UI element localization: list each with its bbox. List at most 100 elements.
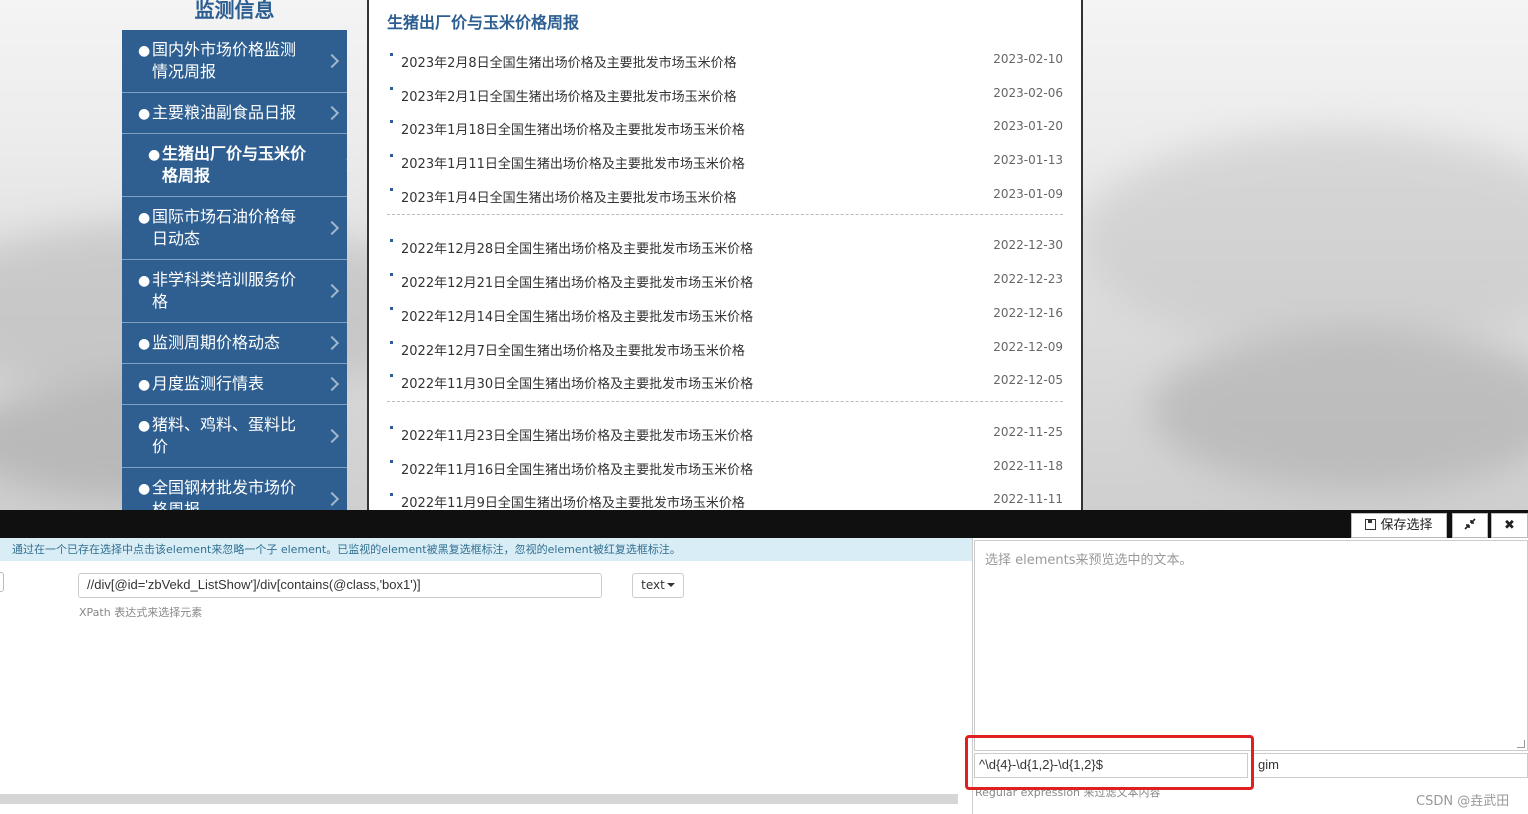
chevron-right-icon [324,376,340,392]
news-item[interactable]: 2022年11月23日全国生猪出场价格及主要批发市场玉米价格 2022-11-25 [387,417,1063,451]
tool-toolbar: 保存选择 ✖ [0,510,1528,538]
news-item[interactable]: 2022年11月9日全国生猪出场价格及主要批发市场玉米价格 2022-11-11 [387,484,1063,510]
news-item[interactable]: 2022年11月30日全国生猪出场价格及主要批发市场玉米价格 2022-12-05 [387,365,1063,399]
chevron-right-icon [324,491,340,507]
news-title-link[interactable]: 2023年1月18日全国生猪出场价格及主要批发市场玉米价格 [401,119,745,138]
save-selection-button[interactable]: 保存选择 [1351,513,1447,538]
bullet-icon: ● [148,147,161,163]
monitoring-webpage: 监测信息 ● 国内外市场价格监测情况周报 ● 主要粮油副食品日报 ● 生猪出厂价与玉米价格… [0,0,1528,510]
info-message: 通过在一个已存在选择中点击该element来忽略一个子 element。已监视的… [0,538,972,561]
sidebar-item-label: 监测周期价格动态 [152,333,281,352]
news-date: 2022-12-16 [993,305,1063,320]
news-item[interactable]: 2022年11月16日全国生猪出场价格及主要批发市场玉米价格 2022-11-18 [387,451,1063,485]
sidebar-item-label: 猪料、鸡料、蛋料比价 [152,415,297,456]
sidebar-item[interactable]: ● 全国钢材批发市场价格周报 [122,468,347,510]
sidebar-item[interactable]: ● 国内外市场价格监测情况周报 [122,30,347,93]
bullet-icon: ● [138,481,151,497]
news-item[interactable]: 2023年1月4日全国生猪出场价格及主要批发市场玉米价格 2023-01-09 [387,179,1063,213]
bullet-icon: ● [138,377,151,393]
news-title-link[interactable]: 2022年11月30日全国生猪出场价格及主要批发市场玉米价格 [401,373,753,392]
news-title-link[interactable]: 2022年12月28日全国生猪出场价格及主要批发市场玉米价格 [401,238,753,257]
bullet-icon [390,154,393,158]
news-title-link[interactable]: 2022年12月14日全国生猪出场价格及主要批发市场玉米价格 [401,306,753,325]
bullet-icon [390,120,393,124]
sidebar-item[interactable]: ● 监测周期价格动态 [122,323,347,364]
chevron-right-icon [324,105,340,121]
selector-tool-panel: 保存选择 ✖ 通过在一个已存在选择中点击该element来忽略一个子 eleme… [0,510,1528,814]
sidebar-item-label: 生猪出厂价与玉米价格周报 [162,144,307,185]
close-button[interactable]: ✖ [1491,513,1528,538]
bullet-icon: ● [138,336,151,352]
news-item[interactable]: 2023年2月8日全国生猪出场价格及主要批发市场玉米价格 2023-02-10 [387,44,1063,78]
news-title-link[interactable]: 2023年1月11日全国生猪出场价格及主要批发市场玉米价格 [401,153,745,172]
news-date: 2022-11-11 [993,492,1063,507]
sidebar-item[interactable]: ● 非学科类培训服务价格 [122,260,347,323]
regex-flags-input[interactable]: gim [1253,753,1528,778]
news-item[interactable]: 2022年12月14日全国生猪出场价格及主要批发市场玉米价格 2022-12-16 [387,298,1063,332]
bullet-icon: ● [138,273,151,289]
sidebar-item[interactable]: ● 月度监测行情表 [122,364,347,405]
bullet-icon [390,374,393,378]
news-title-link[interactable]: 2022年11月23日全国生猪出场价格及主要批发市场玉米价格 [401,425,753,444]
chevron-right-icon [324,53,340,69]
horizontal-scrollbar[interactable] [0,794,958,804]
page-title: 生猪出厂价与玉米价格周报 [387,13,580,32]
selection-checkbox[interactable] [0,572,4,592]
compress-icon [1464,518,1476,530]
news-title-link[interactable]: 2022年12月7日全国生猪出场价格及主要批发市场玉米价格 [401,340,745,359]
extract-type-dropdown[interactable]: text [632,573,684,598]
bullet-icon [390,239,393,243]
news-item[interactable]: 2022年12月21日全国生猪出场价格及主要批发市场玉米价格 2022-12-23 [387,264,1063,298]
bullet-icon [390,459,393,463]
sidebar-item[interactable]: ● 猪料、鸡料、蛋料比价 [122,405,347,468]
news-title-link[interactable]: 2022年11月9日全国生猪出场价格及主要批发市场玉米价格 [401,492,745,510]
news-date: 2022-12-23 [993,272,1063,287]
news-date: 2023-02-06 [993,85,1063,100]
floppy-disk-icon [1365,519,1377,530]
bullet-icon: ● [138,43,151,59]
news-title-link[interactable]: 2023年1月4日全国生猪出场价格及主要批发市场玉米价格 [401,187,737,206]
bullet-icon [390,493,393,497]
sidebar-item[interactable]: ● 国际市场石油价格每日动态 [122,197,347,260]
xpath-input[interactable]: //div[@id='zbVekd_ListShow']/div[contain… [78,573,602,598]
news-item[interactable]: 2023年1月18日全国生猪出场价格及主要批发市场玉米价格 2023-01-20 [387,111,1063,145]
news-title-link[interactable]: 2023年2月8日全国生猪出场价格及主要批发市场玉米价格 [401,52,737,71]
preview-placeholder: 选择 elements来预览选中的文本。 [985,553,1193,568]
sidebar-item-label: 主要粮油副食品日报 [152,103,297,122]
news-date: 2022-11-25 [993,424,1063,439]
save-selection-label: 保存选择 [1380,518,1433,533]
group-separator [387,400,1063,417]
close-icon: ✖ [1504,518,1515,533]
sidebar-nav: ● 国内外市场价格监测情况周报 ● 主要粮油副食品日报 ● 生猪出厂价与玉米价格周报 ● 国际… [122,30,347,510]
news-title-link[interactable]: 2023年2月1日全国生猪出场价格及主要批发市场玉米价格 [401,86,737,105]
caret-down-icon [666,583,675,587]
regex-input[interactable]: ^\d{4}-\d{1,2}-\d{1,2}$ [974,753,1248,778]
bullet-icon [390,340,393,344]
news-title-link[interactable]: 2022年11月16日全国生猪出场价格及主要批发市场玉米价格 [401,459,753,478]
sidebar-item[interactable]: ● 主要粮油副食品日报 [122,93,347,134]
sidebar-item[interactable]: ● 生猪出厂价与玉米价格周报 [122,134,347,197]
news-date: 2023-01-13 [993,153,1063,168]
main-content: 生猪出厂价与玉米价格周报 2023年2月8日全国生猪出场价格及主要批发市场玉米价… [367,0,1083,510]
minimize-button[interactable] [1452,513,1488,538]
news-item[interactable]: 2023年2月1日全国生猪出场价格及主要批发市场玉米价格 2023-02-06 [387,78,1063,112]
news-item[interactable]: 2023年1月11日全国生猪出场价格及主要批发市场玉米价格 2023-01-13 [387,145,1063,179]
news-date: 2023-01-20 [993,119,1063,134]
chevron-right-icon [324,283,340,299]
news-item[interactable]: 2022年12月7日全国生猪出场价格及主要批发市场玉米价格 2022-12-09 [387,332,1063,366]
resize-grip-icon[interactable] [1517,740,1525,748]
sidebar-item-label: 非学科类培训服务价格 [152,270,297,311]
preview-textarea[interactable]: 选择 elements来预览选中的文本。 [974,540,1528,751]
extract-type-label: text [641,578,665,592]
news-item[interactable]: 2022年12月28日全国生猪出场价格及主要批发市场玉米价格 2022-12-30 [387,230,1063,264]
bullet-icon [390,86,393,90]
news-title-link[interactable]: 2022年12月21日全国生猪出场价格及主要批发市场玉米价格 [401,272,753,291]
news-date: 2022-12-30 [993,238,1063,253]
sidebar-title: 监测信息 [194,0,275,22]
xpath-help-text: XPath 表达式来选择元素 [79,606,203,619]
watermark: CSDN @垚武田 [1416,794,1510,809]
chevron-right-icon [324,335,340,351]
mist-decoration [1080,130,1528,350]
news-date: 2022-11-18 [993,458,1063,473]
bullet-icon [390,187,393,191]
